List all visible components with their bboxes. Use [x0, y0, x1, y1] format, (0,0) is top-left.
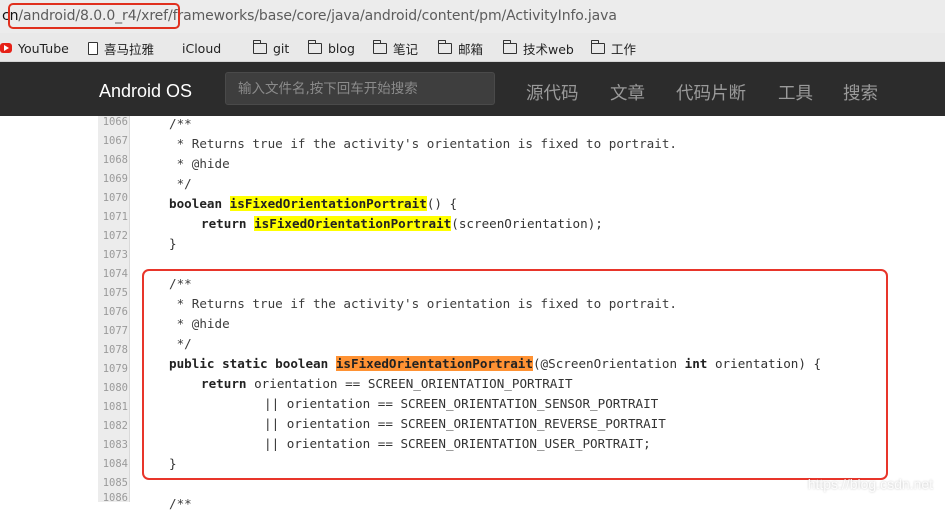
keyword: boolean: [169, 196, 223, 211]
line-number[interactable]: 1086: [98, 492, 128, 504]
nav-tools[interactable]: 工具: [778, 80, 813, 105]
code-line: * Returns true if the activity's orienta…: [169, 136, 677, 151]
bookmark-label: iCloud: [182, 40, 222, 56]
code-line: return isFixedOrientationPortrait(screen…: [201, 214, 603, 234]
youtube-icon: [0, 43, 12, 53]
code-text: () {: [426, 196, 458, 211]
nav-search[interactable]: 搜索: [843, 80, 878, 105]
line-number[interactable]: 1077: [98, 325, 128, 337]
bookmark-techweb[interactable]: 技术web: [502, 39, 574, 57]
site-brand[interactable]: Android OS: [99, 81, 192, 102]
bookmark-notes[interactable]: 笔记: [372, 39, 419, 57]
code-text: (screenOrientation);: [451, 216, 603, 231]
nav-articles[interactable]: 文章: [610, 80, 645, 105]
line-number[interactable]: 1074: [98, 268, 128, 280]
line-number[interactable]: 1079: [98, 363, 128, 375]
bookmark-label: YouTube: [18, 40, 69, 56]
folder-icon: [502, 39, 517, 54]
bookmark-label: 喜马拉雅: [104, 41, 155, 57]
line-number[interactable]: 1066: [98, 116, 128, 128]
code-annotation-box: [142, 269, 888, 480]
code-line: * @hide: [169, 156, 230, 171]
bookmark-label: 工作: [611, 41, 637, 57]
code-line: /**: [169, 496, 192, 511]
line-number[interactable]: 1068: [98, 154, 128, 166]
bookmark-git[interactable]: git: [252, 39, 290, 57]
line-number[interactable]: 1075: [98, 287, 128, 299]
bookmark-label: 邮箱: [458, 41, 484, 57]
folder-icon: [590, 39, 605, 54]
nav-snippets[interactable]: 代码片断: [676, 80, 746, 105]
bookmark-label: 笔记: [393, 41, 419, 57]
highlighted-identifier[interactable]: isFixedOrientationPortrait: [254, 216, 452, 231]
document-icon: [88, 41, 98, 55]
line-number[interactable]: 1073: [98, 249, 128, 261]
highlighted-identifier[interactable]: isFixedOrientationPortrait: [229, 196, 427, 211]
line-number[interactable]: 1082: [98, 420, 128, 432]
bookmark-work[interactable]: 工作: [590, 39, 637, 57]
bookmark-label: 技术web: [523, 41, 574, 57]
keyword: return: [201, 216, 247, 231]
line-number[interactable]: 1071: [98, 211, 128, 223]
bookmark-label: blog: [328, 40, 355, 56]
line-number[interactable]: 1076: [98, 306, 128, 318]
code-line: boolean isFixedOrientationPortrait() {: [169, 194, 457, 214]
code-line: /**: [169, 116, 192, 131]
line-number[interactable]: 1069: [98, 173, 128, 185]
folder-icon: [437, 39, 452, 54]
bookmark-mail[interactable]: 邮箱: [437, 39, 484, 57]
code-line: */: [169, 176, 192, 191]
line-number[interactable]: 1078: [98, 344, 128, 356]
bookmarks-bar: YouTube 喜马拉雅 iCloud git blog 笔记 邮箱 技术web…: [0, 33, 945, 62]
line-number[interactable]: 1084: [98, 458, 128, 470]
line-number[interactable]: 1081: [98, 401, 128, 413]
line-number[interactable]: 1072: [98, 230, 128, 242]
line-number[interactable]: 1070: [98, 192, 128, 204]
bookmark-label: git: [273, 40, 290, 56]
line-number[interactable]: 1085: [98, 477, 128, 489]
bookmark-icloud[interactable]: iCloud: [176, 39, 221, 57]
bookmark-youtube[interactable]: YouTube: [0, 39, 69, 57]
folder-icon: [372, 39, 387, 54]
url-annotation-box: [8, 3, 180, 29]
code-view: 1066 1067 1068 1069 1070 1071 1072 1073 …: [0, 116, 945, 511]
site-header: Android OS 源代码 文章 代码片断 工具 搜索: [0, 62, 945, 116]
nav-source-code[interactable]: 源代码: [526, 80, 579, 105]
code-line: }: [169, 236, 177, 251]
line-number-gutter: 1066 1067 1068 1069 1070 1071 1072 1073 …: [98, 116, 130, 504]
browser-url-bar[interactable]: cn/android/8.0.0_r4/xref/frameworks/base…: [0, 0, 945, 33]
file-search-input[interactable]: [225, 72, 495, 105]
line-number[interactable]: 1080: [98, 382, 128, 394]
line-number[interactable]: 1083: [98, 439, 128, 451]
folder-icon: [307, 39, 322, 54]
line-number[interactable]: 1067: [98, 135, 128, 147]
folder-icon: [252, 39, 267, 54]
watermark: https://blog.csdn.net: [807, 476, 933, 492]
bookmark-ximalaya[interactable]: 喜马拉雅: [88, 39, 154, 57]
bookmark-blog[interactable]: blog: [307, 39, 355, 57]
